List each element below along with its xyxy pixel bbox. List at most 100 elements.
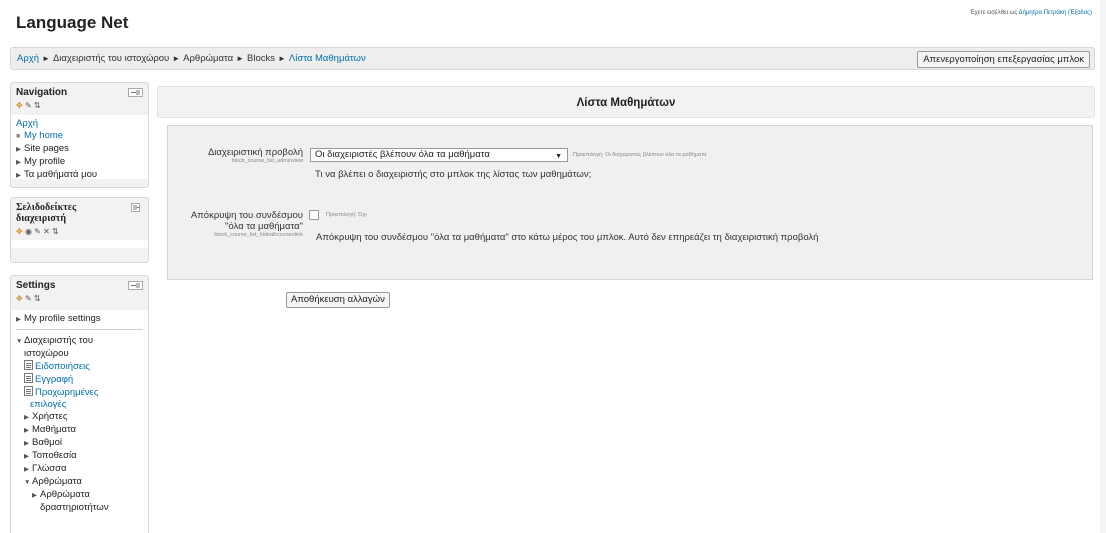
edit-icon[interactable]: ✎ [25, 294, 32, 303]
dock-icon[interactable] [131, 203, 140, 212]
settings-block-body: ▶ My profile settings ▼ Διαχειριστής του ι… [11, 310, 148, 533]
breadcrumb-plugins[interactable]: Αρθρώματα [183, 53, 233, 64]
delete-icon[interactable]: ✕ [43, 227, 50, 236]
dock-icon[interactable] [128, 281, 143, 290]
breadcrumb-separator: ► [278, 54, 286, 63]
move-icon[interactable]: ✥ [16, 101, 23, 110]
adminview-key: block_course_list_adminview [231, 158, 303, 164]
navigation-block-title: Navigation [16, 87, 68, 98]
settings-item-registration[interactable]: Εγγραφή [16, 373, 143, 386]
page-icon [24, 373, 33, 383]
hidelink-label: Απόκρυψη του συνδέσμου "όλα τα μαθήματα"… [168, 210, 303, 239]
page-title: Λίστα Μαθημάτων [576, 97, 676, 109]
expand-arrow-icon: ▶ [16, 159, 21, 166]
edit-icon[interactable]: ✎ [25, 101, 32, 110]
settings-item-activity-modules[interactable]: ▶ Αρθρώματα [16, 489, 143, 502]
collapse-arrow-icon: ▼ [24, 479, 31, 486]
navigation-block: Navigation ✥ ✎ ⇅ Αρχή ■ My home ▶ Site pag… [10, 82, 149, 188]
breadcrumb-home[interactable]: Αρχή [17, 53, 39, 64]
settings-item-language[interactable]: ▶ Γλώσσα [16, 463, 143, 476]
nav-item-my-profile[interactable]: ▶ My profile [16, 156, 143, 169]
expand-arrow-icon: ▶ [24, 427, 29, 434]
settings-item-advanced[interactable]: Προχωρημένες [16, 386, 143, 399]
breadcrumb-separator: ► [172, 54, 181, 63]
save-changes-button[interactable]: Αποθήκευση αλλαγών [286, 292, 390, 308]
settings-block-header: Settings ✥ ✎ ⇅ [11, 276, 148, 305]
move-icon[interactable]: ✥ [16, 294, 23, 303]
settings-item-site-admin[interactable]: ▼ Διαχειριστής του [16, 335, 143, 348]
breadcrumb-blocks[interactable]: Blocks [247, 53, 275, 64]
settings-item-plugins[interactable]: ▼ Αρθρώματα [16, 476, 143, 489]
login-info: Έχετε εισέλθει ως Δήμητρα Πετράκη (Έξοδο… [970, 10, 1092, 16]
adminview-select[interactable]: Οι διαχειριστές βλέπουν όλα τα μαθήματα … [310, 148, 568, 162]
settings-item-profile[interactable]: ▶ My profile settings [16, 313, 143, 330]
block-controls: ✥ ✎ ⇅ [16, 293, 144, 305]
hidelink-key: block_course_list_hideallcourseslink [214, 232, 303, 238]
site-title: Language Net [16, 13, 129, 32]
block-controls: ✥ ✎ ⇅ [16, 100, 144, 112]
hidelink-checkbox[interactable] [309, 210, 319, 220]
expand-arrow-icon: ▶ [16, 146, 21, 153]
admin-bookmarks-title-line1: Σελιδοδείκτες [16, 202, 77, 213]
navbar: Αρχή ► Διαχειριστής του ιστοχώρου ► Αρθρώματ… [10, 47, 1095, 70]
settings-block-title: Settings [16, 280, 56, 291]
move-icon[interactable]: ✥ [16, 227, 23, 236]
breadcrumb-site-admin[interactable]: Διαχειριστής του ιστοχώρου [53, 53, 169, 64]
expand-arrow-icon: ▶ [16, 172, 21, 179]
hidelink-label-line2: "όλα τα μαθήματα" [225, 221, 303, 232]
settings-item-courses[interactable]: ▶ Μαθήματα [16, 424, 143, 437]
adminview-select-value: Οι διαχειριστές βλέπουν όλα τα μαθήματα [315, 149, 490, 160]
adminview-description: Τι να βλέπει ο διαχειριστής στο μπλοκ τη… [315, 169, 592, 180]
adminview-default: Προεπιλογή: Οι διαχειριστές βλέπουν όλα … [573, 152, 707, 158]
settings-item-activity-modules-line2[interactable]: δραστηριοτήτων [16, 502, 143, 514]
edit-icon[interactable]: ✎ [34, 227, 41, 236]
nav-item-my-home[interactable]: ■ My home [16, 130, 143, 143]
breadcrumb-separator: ► [236, 54, 245, 63]
settings-item-users[interactable]: ▶ Χρήστες [16, 411, 143, 424]
blocks-editing-off-button[interactable]: Απενεργοποίηση επεξεργασίας μπλοκ [917, 51, 1090, 68]
settings-item-grades[interactable]: ▶ Βαθμοί [16, 437, 143, 450]
nav-item-site-pages[interactable]: ▶ Site pages [16, 143, 143, 156]
page-icon [24, 386, 33, 396]
move-updown-icon[interactable]: ⇅ [34, 294, 41, 303]
breadcrumb-current[interactable]: Λίστα Μαθημάτων [289, 53, 366, 64]
navigation-block-body: Αρχή ■ My home ▶ Site pages ▶ My profile ▶ Τ… [11, 115, 148, 182]
move-updown-icon[interactable]: ⇅ [52, 227, 59, 236]
user-name-link[interactable]: Δήμητρα Πετράκη [1019, 10, 1067, 16]
chevron-down-icon: ▼ [555, 153, 562, 160]
login-prefix: Έχετε εισέλθει ως [969, 10, 1019, 16]
logout-link[interactable]: (Έξοδος) [1068, 10, 1092, 16]
hidelink-description: Απόκρυψη του συνδέσμου "όλα τα μαθήματα"… [316, 232, 819, 243]
nav-item-home[interactable]: Αρχή [16, 118, 143, 130]
settings-item-location[interactable]: ▶ Τοποθεσία [16, 450, 143, 463]
dock-icon[interactable] [128, 88, 143, 97]
settings-item-site-admin-line2[interactable]: ιστοχώρου [16, 348, 143, 360]
expand-arrow-icon: ▶ [24, 440, 29, 447]
admin-bookmarks-block: Σελιδοδείκτες διαχειριστή ✥ ◉ ✎ ✕ ⇅ [10, 197, 149, 263]
admin-bookmarks-title-line2: διαχειριστή [16, 213, 67, 224]
settings-item-advanced-line2[interactable]: επιλογές [16, 399, 143, 411]
page-icon [24, 360, 33, 370]
expand-arrow-icon: ▶ [24, 466, 29, 473]
hide-icon[interactable]: ◉ [25, 227, 32, 236]
collapse-arrow-icon: ▼ [16, 338, 23, 345]
breadcrumb: Αρχή ► Διαχειριστής του ιστοχώρου ► Αρθρώματ… [17, 53, 366, 64]
adminview-label-text: Διαχειριστική προβολή [207, 147, 303, 158]
hidelink-label-line1: Απόκρυψη του συνδέσμου [190, 210, 303, 221]
expand-arrow-icon: ▶ [24, 453, 29, 460]
expand-arrow-icon: ▶ [32, 492, 37, 499]
admin-bookmarks-block-header: Σελιδοδείκτες διαχειριστή ✥ ◉ ✎ ✕ ⇅ [11, 198, 148, 238]
adminview-label: Διαχειριστική προβολή block_course_list_… [168, 147, 303, 165]
expand-arrow-icon: ▶ [24, 414, 29, 421]
main-heading-box: Λίστα Μαθημάτων [157, 86, 1095, 118]
expand-arrow-icon: ▶ [16, 316, 21, 323]
admin-bookmarks-block-body [11, 240, 148, 248]
settings-panel: Διαχειριστική προβολή block_course_list_… [167, 125, 1093, 280]
settings-item-notifications[interactable]: Ειδοποιήσεις [16, 360, 143, 373]
settings-block: Settings ✥ ✎ ⇅ ▶ My profile settings ▼ Δια… [10, 275, 149, 533]
navigation-block-header: Navigation ✥ ✎ ⇅ [11, 83, 148, 112]
nav-item-my-courses[interactable]: ▶ Τα μαθήματά μου [16, 169, 143, 182]
move-updown-icon[interactable]: ⇅ [34, 101, 41, 110]
page-scrollbar[interactable] [1100, 0, 1106, 533]
breadcrumb-separator: ► [42, 54, 50, 63]
